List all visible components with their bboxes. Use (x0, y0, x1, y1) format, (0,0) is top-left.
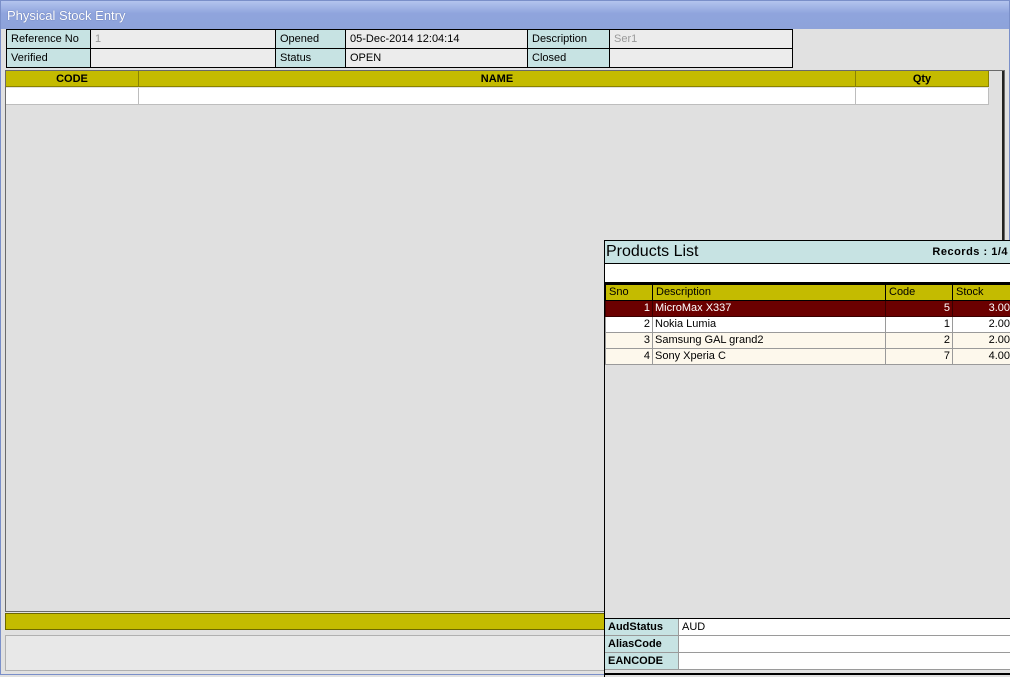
product-description: Samsung GAL grand2 (653, 333, 886, 349)
product-row[interactable]: 1 MicroMax X337 5 3.00 (606, 301, 1010, 317)
product-stock: 2.00 (953, 333, 1010, 349)
product-code: 7 (886, 349, 953, 365)
product-sno: 2 (606, 317, 653, 333)
products-table: Sno Description Code Stock 1 MicroMax X3… (605, 284, 1010, 365)
entry-header-form: Reference No 1 Opened 05-Dec-2014 12:04:… (6, 29, 793, 68)
product-sno: 3 (606, 333, 653, 349)
grid-cell-name[interactable] (139, 88, 856, 105)
products-column-sno[interactable]: Sno (606, 285, 653, 301)
detail-label: AudStatus (605, 619, 679, 635)
detail-row-aliascode: AliasCode (605, 636, 1010, 653)
product-stock: 3.00 (953, 301, 1010, 317)
closed-label: Closed (528, 49, 610, 68)
products-search-input[interactable] (605, 264, 1010, 284)
detail-label: EANCODE (605, 653, 679, 669)
products-table-header: Sno Description Code Stock (606, 285, 1010, 301)
grid-cell-qty[interactable] (856, 88, 989, 105)
description-field[interactable]: Ser1 (610, 30, 793, 49)
product-description: MicroMax X337 (653, 301, 886, 317)
product-sno: 1 (606, 301, 653, 317)
grid-header: CODE NAME Qty (6, 71, 989, 87)
detail-row-audstatus: AudStatus AUD (605, 619, 1010, 636)
verified-label: Verified (7, 49, 91, 68)
product-code: 1 (886, 317, 953, 333)
opened-field[interactable]: 05-Dec-2014 12:04:14 (346, 30, 528, 49)
window-title: Physical Stock Entry (1, 1, 1009, 29)
products-list-header: Products List Records : 1/4 (605, 241, 1010, 264)
detail-row-eancode: EANCODE (605, 653, 1010, 670)
verified-field[interactable] (91, 49, 276, 68)
closed-field[interactable] (610, 49, 793, 68)
product-row[interactable]: 4 Sony Xperia C 7 4.00 (606, 349, 1010, 365)
physical-stock-entry-window: Physical Stock Entry Reference No 1 Open… (0, 0, 1010, 675)
status-field[interactable]: OPEN (346, 49, 528, 68)
product-code: 2 (886, 333, 953, 349)
grid-footer-bar (5, 613, 607, 630)
detail-value (679, 653, 1010, 669)
product-stock: 2.00 (953, 317, 1010, 333)
details-divider (605, 670, 1010, 675)
status-label: Status (276, 49, 346, 68)
grid-column-qty[interactable]: Qty (856, 71, 989, 87)
products-list-title: Products List (606, 241, 698, 262)
grid-column-name[interactable]: NAME (139, 71, 856, 87)
product-stock: 4.00 (953, 349, 1010, 365)
products-column-stock[interactable]: Stock (953, 285, 1010, 301)
product-details: AudStatus AUD AliasCode EANCODE (605, 618, 1010, 675)
grid-cell-code[interactable] (6, 88, 139, 105)
product-row[interactable]: 3 Samsung GAL grand2 2 2.00 (606, 333, 1010, 349)
grid-row[interactable] (6, 88, 989, 104)
product-description: Nokia Lumia (653, 317, 886, 333)
products-list-panel: Products List Records : 1/4 Sno Descript… (604, 240, 1010, 677)
footer-panel (5, 635, 607, 671)
description-label: Description (528, 30, 610, 49)
product-row[interactable]: 2 Nokia Lumia 1 2.00 (606, 317, 1010, 333)
grid-column-code[interactable]: CODE (6, 71, 139, 87)
products-column-code[interactable]: Code (886, 285, 953, 301)
opened-label: Opened (276, 30, 346, 49)
product-description: Sony Xperia C (653, 349, 886, 365)
detail-label: AliasCode (605, 636, 679, 652)
records-counter: Records : 1/4 (932, 241, 1008, 263)
detail-value (679, 636, 1010, 652)
reference-no-label: Reference No (7, 30, 91, 49)
detail-value: AUD (679, 619, 1010, 635)
products-column-description[interactable]: Description (653, 285, 886, 301)
product-sno: 4 (606, 349, 653, 365)
product-code: 5 (886, 301, 953, 317)
reference-no-field[interactable]: 1 (91, 30, 276, 49)
